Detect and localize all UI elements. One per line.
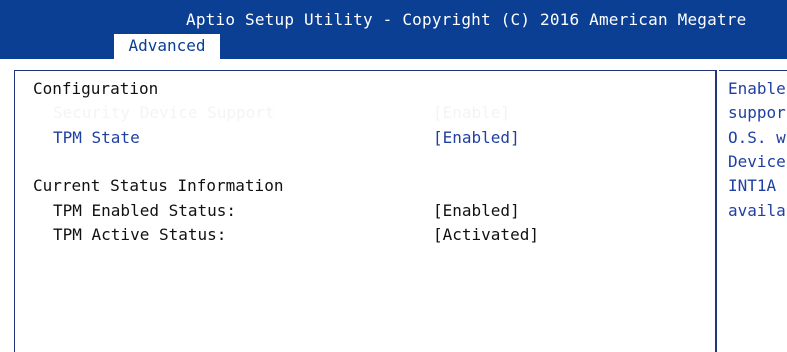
- help-text-line: O.S. w: [728, 128, 786, 147]
- status-value: [Enabled]: [433, 201, 520, 220]
- help-text-line: Enable: [728, 79, 786, 98]
- bios-setup-screen: Aptio Setup Utility - Copyright (C) 2016…: [0, 0, 787, 352]
- section-heading-configuration: Configuration: [33, 79, 159, 98]
- help-text-line: suppor: [728, 103, 786, 122]
- menu-item-value: [Enabled]: [433, 128, 520, 147]
- status-label: TPM Active Status:: [53, 225, 227, 244]
- tab-advanced[interactable]: Advanced: [114, 34, 220, 59]
- menu-item-tpm-state[interactable]: TPM State [Enabled]: [53, 128, 703, 148]
- help-text-line: availa: [728, 201, 786, 220]
- status-row-tpm-active: TPM Active Status: [Activated]: [53, 225, 703, 245]
- menu-item-value: [Enable]: [433, 103, 511, 122]
- title-bar: Aptio Setup Utility - Copyright (C) 2016…: [0, 0, 787, 59]
- help-text-line: INT1A: [728, 176, 777, 195]
- help-text-line: Device: [728, 152, 786, 171]
- app-title: Aptio Setup Utility - Copyright (C) 2016…: [186, 10, 747, 29]
- menu-item-label: TPM State: [53, 128, 140, 147]
- settings-panel: Configuration Security Device Support [E…: [14, 70, 717, 352]
- status-value: [Activated]: [433, 225, 539, 244]
- status-label: TPM Enabled Status:: [53, 201, 237, 220]
- section-heading-current-status: Current Status Information: [33, 176, 284, 195]
- help-panel: Enable suppor O.S. w Device INT1A availa: [719, 70, 787, 352]
- menu-item-security-device-support[interactable]: Security Device Support [Enable]: [53, 103, 703, 123]
- menu-item-label: Security Device Support: [53, 103, 275, 122]
- status-row-tpm-enabled: TPM Enabled Status: [Enabled]: [53, 201, 703, 221]
